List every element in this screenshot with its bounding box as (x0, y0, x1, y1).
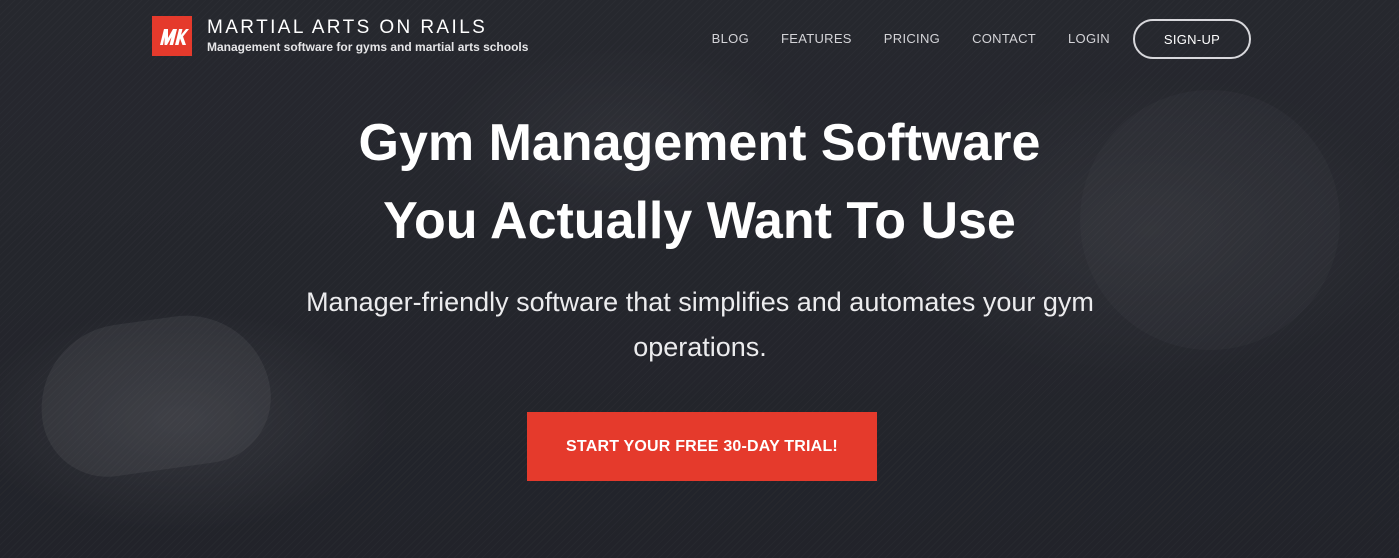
nav-pricing-link[interactable]: PRICING (884, 20, 940, 58)
brand-name: MARTIAL ARTS ON RAILS (207, 17, 488, 38)
brand-tagline: Management software for gyms and martial… (207, 40, 529, 54)
hero-headline: Gym Management Software You Actually Wan… (0, 104, 1399, 260)
nav-blog-link[interactable]: BLOG (712, 20, 749, 58)
hero-subtitle: Manager-friendly software that simplifie… (306, 287, 1094, 362)
headline-line-1: Gym Management Software (358, 114, 1041, 172)
start-trial-button[interactable]: START YOUR FREE 30-DAY TRIAL! (527, 412, 877, 481)
nav-features-link[interactable]: FEATURES (781, 20, 852, 58)
main-nav: BLOG FEATURES PRICING CONTACT LOGIN SIGN… (712, 19, 1251, 59)
headline-line-2: You Actually Want To Use (383, 192, 1016, 250)
nav-contact-link[interactable]: CONTACT (972, 20, 1036, 58)
nav-login-link[interactable]: LOGIN (1068, 20, 1110, 58)
mr-monogram-icon (152, 16, 192, 56)
signup-button[interactable]: SIGN-UP (1133, 19, 1251, 59)
site-header: MARTIAL ARTS ON RAILS Management softwar… (0, 0, 1399, 80)
brand-home-link[interactable]: MARTIAL ARTS ON RAILS Management softwar… (152, 16, 528, 56)
